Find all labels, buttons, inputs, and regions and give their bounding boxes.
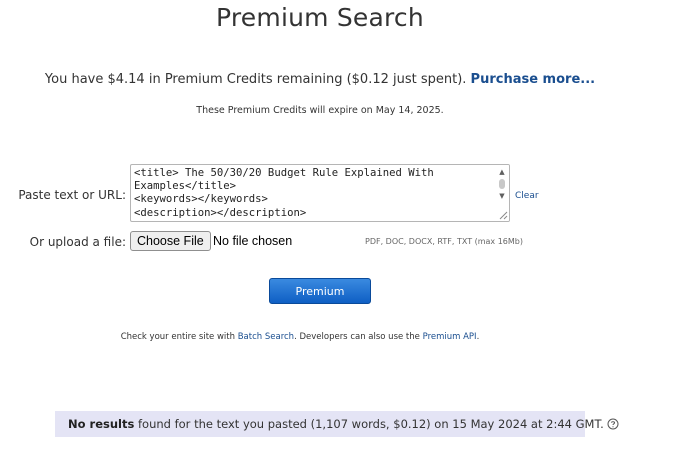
scroll-thumb[interactable] xyxy=(499,179,505,189)
batch-search-link[interactable]: Batch Search xyxy=(238,332,294,342)
choose-file-button[interactable]: Choose File xyxy=(130,231,211,251)
results-summary-bar: No results found for the text you pasted… xyxy=(55,411,619,437)
paste-text-area-container: <title> The 50/30/20 Budget Rule Explain… xyxy=(130,164,510,222)
no-results-label: No results xyxy=(68,417,135,431)
premium-api-link[interactable]: Premium API xyxy=(423,332,477,342)
credits-summary: You have $4.14 in Premium Credits remain… xyxy=(0,72,640,87)
help-circle-icon[interactable] xyxy=(607,418,619,430)
batch-suffix-text: . xyxy=(476,332,480,342)
scroll-up-arrow-icon[interactable]: ▲ xyxy=(497,167,507,177)
batch-search-note: Check your entire site with Batch Search… xyxy=(0,332,600,342)
premium-search-button[interactable]: Premium Search xyxy=(269,278,371,322)
clear-link[interactable]: Clear xyxy=(515,191,539,201)
purchase-more-link[interactable]: Purchase more... xyxy=(471,72,596,87)
batch-prefix-text: Check your entire site with xyxy=(120,332,238,342)
file-types-note: PDF, DOC, DOCX, RTF, TXT (max 16Mb) xyxy=(365,237,523,246)
upload-file-label: Or upload a file: xyxy=(29,235,126,249)
credits-text: You have $4.14 in Premium Credits remain… xyxy=(44,72,471,87)
credits-expiry-note: These Premium Credits will expire on May… xyxy=(196,105,444,116)
paste-text-label: Paste text or URL: xyxy=(18,188,126,202)
page-title: Premium Search xyxy=(216,3,424,32)
batch-middle-text: . Developers can also use the xyxy=(294,332,423,342)
resize-grip-icon[interactable] xyxy=(499,211,508,220)
no-file-chosen-text: No file chosen xyxy=(213,234,293,248)
scroll-down-arrow-icon[interactable]: ▼ xyxy=(497,191,507,201)
paste-text-input[interactable]: <title> The 50/30/20 Budget Rule Explain… xyxy=(131,165,495,221)
results-detail-text: found for the text you pasted (1,107 wor… xyxy=(134,417,604,431)
